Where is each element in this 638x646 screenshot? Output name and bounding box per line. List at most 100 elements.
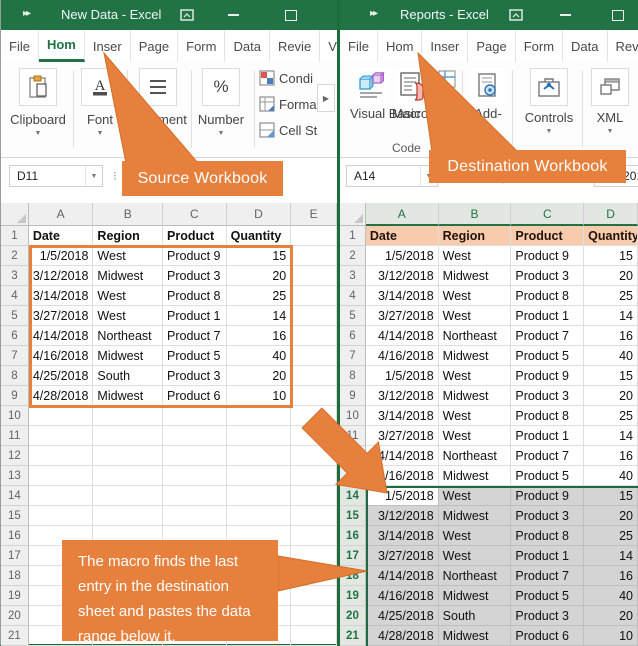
cell-A11[interactable] bbox=[29, 426, 94, 446]
cell-E12[interactable] bbox=[291, 446, 337, 466]
cell-B8[interactable]: South bbox=[93, 366, 163, 386]
macro-security-warning-icon[interactable] bbox=[438, 112, 458, 130]
cell-A7[interactable]: 4/16/2018 bbox=[29, 346, 94, 366]
cell-B5[interactable]: West bbox=[93, 306, 163, 326]
tab-file[interactable]: File bbox=[340, 30, 378, 62]
minimize-button[interactable] bbox=[555, 6, 575, 24]
cell-D4[interactable]: 25 bbox=[227, 286, 292, 306]
cell-D17[interactable]: 14 bbox=[584, 546, 638, 566]
cell-B7[interactable]: Midwest bbox=[93, 346, 163, 366]
cell-A4[interactable]: 3/14/2018 bbox=[366, 286, 439, 306]
cell-C7[interactable]: Product 5 bbox=[511, 346, 584, 366]
cell-C8[interactable]: Product 9 bbox=[511, 366, 584, 386]
cell-B6[interactable]: Northeast bbox=[439, 326, 512, 346]
cell-A3[interactable]: 3/12/2018 bbox=[366, 266, 439, 286]
cell-D16[interactable]: 25 bbox=[584, 526, 638, 546]
use-relative-references-icon[interactable] bbox=[438, 70, 456, 88]
cell-A12[interactable] bbox=[29, 446, 94, 466]
cell-D14[interactable]: 15 bbox=[584, 486, 638, 506]
cell-D6[interactable]: 16 bbox=[584, 326, 638, 346]
cell-E17[interactable] bbox=[291, 546, 337, 566]
cell-C10[interactable]: Product 8 bbox=[511, 406, 584, 426]
cell-E7[interactable] bbox=[291, 346, 337, 366]
cell-B14[interactable] bbox=[93, 486, 163, 506]
column-header-d[interactable]: D bbox=[227, 203, 292, 226]
xml-button[interactable]: XML▼ bbox=[588, 68, 632, 135]
cell-B8[interactable]: West bbox=[439, 366, 512, 386]
cell-A1[interactable]: Date bbox=[29, 226, 94, 246]
cell-B2[interactable]: West bbox=[439, 246, 512, 266]
cell-D2[interactable]: 15 bbox=[584, 246, 638, 266]
cell-C15[interactable]: Product 3 bbox=[511, 506, 584, 526]
number-group-button[interactable]: % Number▼ bbox=[193, 68, 249, 137]
tab-page[interactable]: Page bbox=[468, 30, 515, 62]
cell-C12[interactable]: Product 7 bbox=[511, 446, 584, 466]
row-header-3[interactable]: 3 bbox=[1, 266, 29, 286]
cell-A10[interactable]: 3/14/2018 bbox=[366, 406, 439, 426]
cell-B10[interactable] bbox=[93, 406, 163, 426]
tab-hom[interactable]: Hom bbox=[378, 30, 422, 62]
cell-C9[interactable]: Product 3 bbox=[511, 386, 584, 406]
cell-D1[interactable]: Quantity bbox=[227, 226, 292, 246]
maximize-button[interactable] bbox=[281, 6, 301, 24]
row-header-16[interactable]: 16 bbox=[1, 526, 29, 546]
cell-E4[interactable] bbox=[291, 286, 337, 306]
cell-D11[interactable] bbox=[227, 426, 292, 446]
cell-A16[interactable]: 3/14/2018 bbox=[366, 526, 439, 546]
column-header-b[interactable]: B bbox=[93, 203, 163, 226]
row-header-10[interactable]: 10 bbox=[340, 406, 366, 426]
cell-A11[interactable]: 3/27/2018 bbox=[366, 426, 439, 446]
cell-D1[interactable]: Quantity bbox=[584, 226, 638, 246]
cell-D8[interactable]: 15 bbox=[584, 366, 638, 386]
cell-D9[interactable]: 10 bbox=[227, 386, 292, 406]
cell-A13[interactable] bbox=[29, 466, 94, 486]
alignment-group-button[interactable]: Alignment▼ bbox=[123, 68, 193, 137]
row-header-14[interactable]: 14 bbox=[340, 486, 366, 506]
cell-B19[interactable]: Midwest bbox=[439, 586, 512, 606]
cell-E16[interactable] bbox=[291, 526, 337, 546]
column-header-a[interactable]: A bbox=[29, 203, 94, 226]
cell-A21[interactable]: 4/28/2018 bbox=[366, 626, 439, 646]
row-header-7[interactable]: 7 bbox=[1, 346, 29, 366]
tab-revie[interactable]: Revie bbox=[270, 30, 320, 62]
cell-C17[interactable]: Product 1 bbox=[511, 546, 584, 566]
cell-D15[interactable] bbox=[227, 506, 292, 526]
cell-A8[interactable]: 1/5/2018 bbox=[366, 366, 439, 386]
cell-B17[interactable]: West bbox=[439, 546, 512, 566]
cell-E14[interactable] bbox=[291, 486, 337, 506]
cell-C3[interactable]: Product 3 bbox=[163, 266, 227, 286]
row-header-10[interactable]: 10 bbox=[1, 406, 29, 426]
row-header-21[interactable]: 21 bbox=[1, 626, 29, 646]
cell-styles-button[interactable]: Cell St bbox=[259, 122, 317, 138]
name-box[interactable]: D11 ▼ bbox=[9, 165, 103, 187]
cell-D6[interactable]: 16 bbox=[227, 326, 292, 346]
cell-D5[interactable]: 14 bbox=[227, 306, 292, 326]
column-header-a[interactable]: A bbox=[366, 203, 439, 226]
cell-E6[interactable] bbox=[291, 326, 337, 346]
cell-A6[interactable]: 4/14/2018 bbox=[366, 326, 439, 346]
row-header-18[interactable]: 18 bbox=[1, 566, 29, 586]
cell-A2[interactable]: 1/5/2018 bbox=[29, 246, 94, 266]
cell-C1[interactable]: Product bbox=[511, 226, 584, 246]
cell-A14[interactable] bbox=[29, 486, 94, 506]
cell-B3[interactable]: Midwest bbox=[93, 266, 163, 286]
row-header-13[interactable]: 13 bbox=[340, 466, 366, 486]
cell-C2[interactable]: Product 9 bbox=[511, 246, 584, 266]
row-header-19[interactable]: 19 bbox=[340, 586, 366, 606]
font-group-button[interactable]: A Font▼ bbox=[77, 68, 123, 137]
row-header-17[interactable]: 17 bbox=[1, 546, 29, 566]
row-header-17[interactable]: 17 bbox=[340, 546, 366, 566]
cell-C15[interactable] bbox=[163, 506, 227, 526]
row-header-8[interactable]: 8 bbox=[1, 366, 29, 386]
cell-B20[interactable]: South bbox=[439, 606, 512, 626]
cell-B11[interactable] bbox=[93, 426, 163, 446]
cell-B12[interactable] bbox=[93, 446, 163, 466]
cell-C7[interactable]: Product 5 bbox=[163, 346, 227, 366]
cell-B13[interactable]: Midwest bbox=[439, 466, 512, 486]
row-header-7[interactable]: 7 bbox=[340, 346, 366, 366]
cell-C14[interactable]: Product 9 bbox=[511, 486, 584, 506]
cell-C11[interactable] bbox=[163, 426, 227, 446]
cell-D8[interactable]: 20 bbox=[227, 366, 292, 386]
cell-B18[interactable]: Northeast bbox=[439, 566, 512, 586]
ribbon-display-options-button[interactable] bbox=[177, 6, 197, 24]
